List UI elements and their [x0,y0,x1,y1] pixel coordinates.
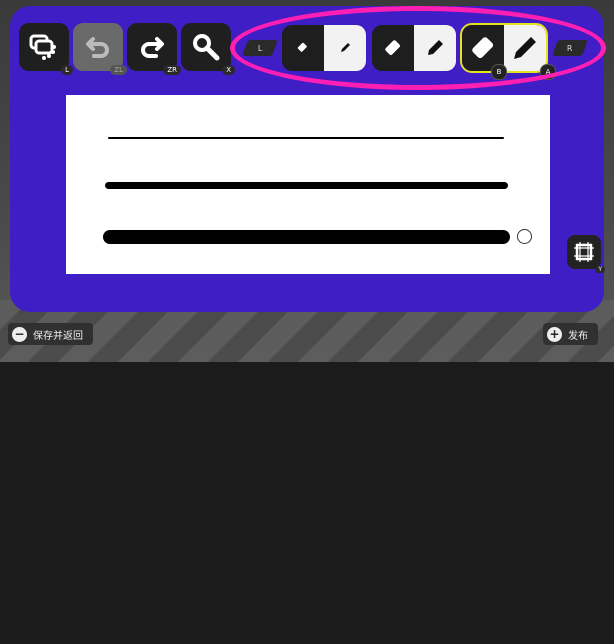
publish-button[interactable]: + 发布 [543,323,598,345]
frame-button[interactable]: Y [567,235,605,273]
frame-hint: Y [595,266,605,273]
undo-icon [86,37,109,58]
frame-icon [574,242,594,262]
undo-button[interactable]: ZL [73,23,127,75]
highlight-annotation [230,6,606,90]
copy-icon [29,34,56,60]
redo-hint: ZR [163,65,181,75]
undo-hint: ZL [110,65,127,75]
redo-icon [141,37,164,58]
plus-icon: + [547,326,562,342]
zoom-icon [193,34,220,61]
publish-label: 发布 [568,330,588,342]
lower-screen [0,362,614,644]
save-and-return-button[interactable]: − 保存并返回 [8,323,93,345]
copy-button[interactable]: L [19,23,73,75]
brush-cursor [517,229,532,244]
copy-hint: L [61,65,73,75]
minus-icon: − [12,326,27,342]
zoom-hint: X [222,65,235,75]
stroke-medium [105,182,508,189]
save-and-return-label: 保存并返回 [33,330,83,342]
redo-button[interactable]: ZR [127,23,181,75]
zoom-button[interactable]: X [181,23,235,75]
stroke-thick [103,230,510,244]
drawing-canvas[interactable] [66,95,550,274]
stroke-thin [108,137,504,139]
